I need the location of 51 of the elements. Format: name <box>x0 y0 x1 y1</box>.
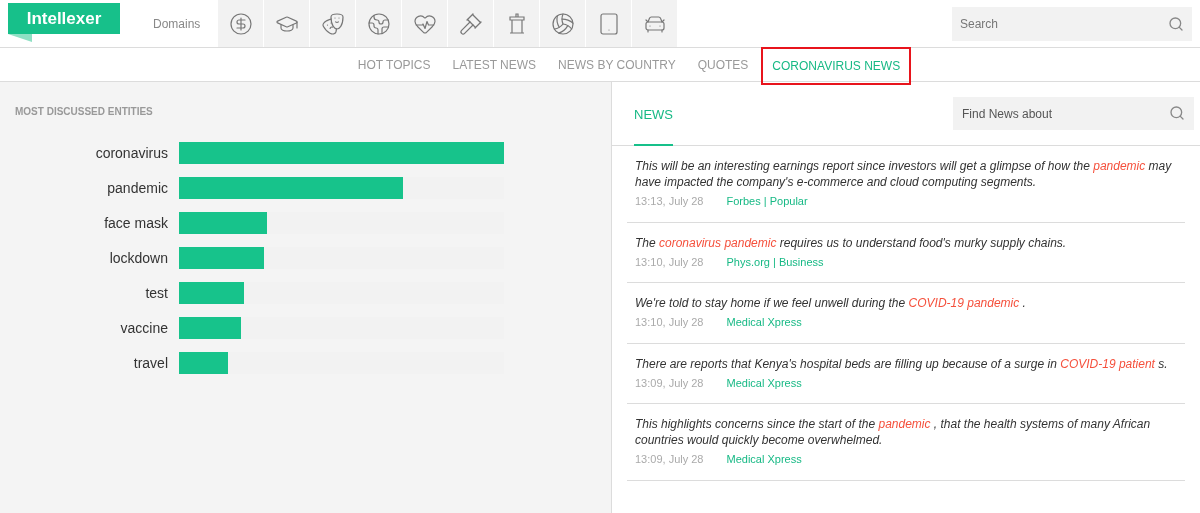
logo[interactable]: Intellexer <box>8 3 120 34</box>
domain-button[interactable] <box>356 0 401 47</box>
domain-button[interactable] <box>310 0 355 47</box>
news-time: 13:10, July 28 <box>635 315 704 330</box>
news-source-link[interactable]: Phys.org | Business <box>726 253 824 270</box>
domains-label: Domains <box>153 15 202 33</box>
news-source-link[interactable]: Medical Xpress <box>726 374 802 391</box>
entity-label: coronavirus <box>94 143 168 163</box>
news-time: 13:10, July 28 <box>635 254 704 270</box>
nav-tab[interactable]: QUOTES <box>688 49 758 80</box>
domain-button[interactable] <box>632 0 677 47</box>
domain-button[interactable] <box>540 0 585 47</box>
theatre-masks-icon <box>320 11 345 36</box>
entity-label: travel <box>132 353 168 373</box>
news-source-link[interactable]: Medical Xpress <box>726 451 802 468</box>
entity-label: face mask <box>103 213 168 233</box>
domain-button[interactable] <box>218 0 263 47</box>
domain-button[interactable] <box>494 0 539 47</box>
globe-icon <box>366 11 391 36</box>
news-time: 13:09, July 28 <box>635 375 704 391</box>
entity-label: vaccine <box>119 318 168 338</box>
entity-label: lockdown <box>108 248 168 268</box>
news-text: There are reports that Kenya's hospital beds are filling up because of a surge in COVID-19 patient s. <box>635 355 1169 372</box>
dollar-coin-icon <box>228 11 253 36</box>
entity-label: test <box>144 283 168 303</box>
logo-tail-icon <box>8 34 32 42</box>
nav-tab[interactable]: CORONAVIRUS NEWS <box>761 46 912 85</box>
search-field[interactable]: Search <box>952 6 1192 41</box>
search-icon <box>1169 105 1185 121</box>
news-text: The coronavirus pandemic requires us to understand food's murky supply chains. <box>635 234 1068 251</box>
news-tab[interactable]: NEWS <box>634 81 673 146</box>
news-text: This highlights concerns since the start of the pandemic , that the health systems of many African countries would quickly become overwhelmed. <box>635 416 1152 448</box>
news-source-link[interactable]: Medical Xpress <box>726 314 802 331</box>
news-text: This will be an interesting earnings report since investors will get a glimpse of how the pandemic may have impacted the company's e-commerce and cloud computing segments. <box>635 158 1173 190</box>
entity-label: pandemic <box>106 178 168 198</box>
domain-button[interactable] <box>448 0 493 47</box>
nav-tab[interactable]: NEWS BY COUNTRY <box>549 49 685 80</box>
domain-button[interactable] <box>586 0 631 47</box>
news-source-link[interactable]: Forbes | Popular <box>726 193 808 210</box>
find-news-field[interactable]: Find News about <box>953 97 1194 130</box>
domain-button[interactable] <box>402 0 447 47</box>
news-time: 13:13, July 28 <box>635 194 704 209</box>
domain-button[interactable] <box>264 0 309 47</box>
nav-tab[interactable]: LATEST NEWS <box>443 49 546 80</box>
ball-icon <box>550 11 575 36</box>
news-text: We're told to stay home if we feel unwell during the COVID-19 pandemic . <box>635 295 1027 311</box>
news-time: 13:09, July 28 <box>635 452 704 467</box>
section-title: MOST DISCUSSED ENTITIES <box>15 105 154 119</box>
search-icon <box>1168 15 1184 32</box>
gavel-icon <box>458 11 483 36</box>
nav-tab[interactable]: HOT TOPICS <box>348 49 440 80</box>
